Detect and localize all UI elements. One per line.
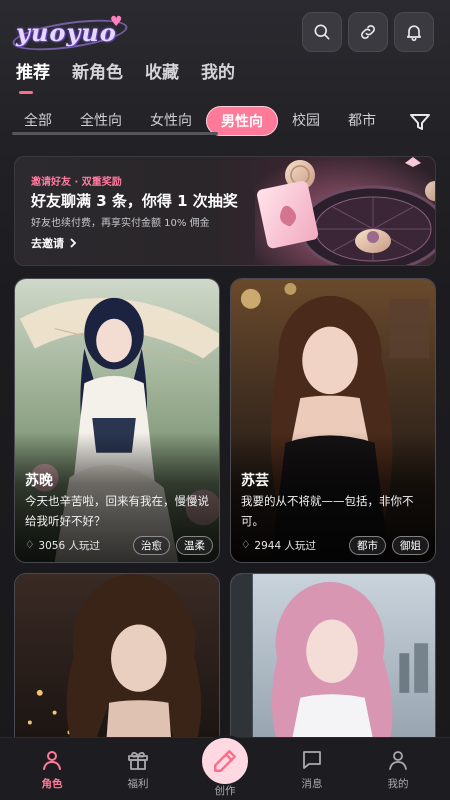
character-card[interactable]: 苏晚 今天也辛苦啦，回来有我在，慢慢说给我听好不好？ ♢ 3056 人玩过 治愈… <box>14 278 220 563</box>
pen-icon <box>214 750 236 772</box>
filter-button[interactable] <box>408 110 432 134</box>
character-card[interactable]: 苏芸 我要的从不将就——包括，非你不可。 ♢ 2944 人玩过 都市 御姐 <box>230 278 436 563</box>
card-meta: ♢ 3056 人玩过 治愈 温柔 <box>25 534 213 556</box>
chevron-right-icon <box>70 238 77 248</box>
header: yuoyuo ♥ <box>0 0 450 60</box>
notification-button[interactable] <box>394 12 434 52</box>
filter-icon <box>410 114 430 130</box>
spark-icon: ♢ <box>25 539 35 551</box>
nav-label: 福利 <box>127 778 149 790</box>
nav-messages[interactable]: 消息 <box>282 748 342 791</box>
create-label: 创作 <box>214 785 236 797</box>
nav-benefits[interactable]: 福利 <box>108 748 168 791</box>
character-tag[interactable]: 治愈 <box>133 535 170 555</box>
character-name: 苏芸 <box>241 473 269 489</box>
search-button[interactable] <box>302 12 342 52</box>
invite-button[interactable]: 去邀请 <box>31 235 78 251</box>
bell-icon <box>406 25 422 42</box>
nav-profile[interactable]: 我的 <box>368 748 428 791</box>
gift-icon <box>128 751 148 770</box>
character-tag[interactable]: 御姐 <box>392 535 429 555</box>
character-tag[interactable]: 温柔 <box>176 535 213 555</box>
character-description: 我要的从不将就——包括，非你不可。 <box>241 494 414 528</box>
character-name: 苏晚 <box>25 473 53 489</box>
nav-label: 我的 <box>387 778 409 790</box>
search-icon <box>314 24 330 40</box>
play-count: ♢ 2944 人玩过 <box>241 538 343 553</box>
category-urban[interactable]: 都市 <box>334 106 390 136</box>
invite-button-label: 去邀请 <box>31 237 64 250</box>
nav-label: 角色 <box>41 778 63 790</box>
share-link-button[interactable] <box>348 12 388 52</box>
spark-icon: ♢ <box>241 539 251 551</box>
play-count-text: 2944 人玩过 <box>254 539 316 552</box>
person-icon <box>43 751 61 770</box>
category-scroll-indicator <box>12 132 218 135</box>
category-campus[interactable]: 校园 <box>278 106 334 136</box>
nav-label: 消息 <box>301 778 323 790</box>
tab-new-characters[interactable]: 新角色 <box>72 60 123 90</box>
logo-text: yuoyuo <box>16 18 117 47</box>
heart-icon: ♥ <box>110 14 123 30</box>
character-description: 今天也辛苦啦，回来有我在，慢慢说给我听好不好？ <box>25 494 209 528</box>
invite-banner[interactable]: 邀请好友 · 双重奖励 好友聊满 3 条，你得 1 次抽奖 好友也续付费，再享实… <box>14 156 436 266</box>
lottery-wheel-illustration <box>255 157 435 265</box>
app-root: yuoyuo ♥ 推荐 新角色 收藏 我的 全部 全性向 女性向 男性向 校园 … <box>0 0 450 800</box>
tab-favorites[interactable]: 收藏 <box>145 60 179 90</box>
banner-subtitle: 好友也续付费，再享实付金额 10% 佣金 <box>31 218 210 229</box>
tab-recommend[interactable]: 推荐 <box>16 60 50 94</box>
link-icon <box>361 25 375 39</box>
profile-icon <box>389 751 407 770</box>
app-logo[interactable]: yuoyuo ♥ <box>10 14 130 56</box>
play-count: ♢ 3056 人玩过 <box>25 538 127 553</box>
character-tag[interactable]: 都市 <box>349 535 386 555</box>
main-tabs: 推荐 新角色 收藏 我的 <box>16 60 235 94</box>
tab-mine[interactable]: 我的 <box>201 60 235 90</box>
play-count-text: 3056 人玩过 <box>38 539 100 552</box>
banner-tag: 邀请好友 · 双重奖励 <box>31 177 122 188</box>
message-icon <box>303 751 321 769</box>
create-button[interactable] <box>199 735 251 787</box>
banner-title: 好友聊满 3 条，你得 1 次抽奖 <box>31 192 238 210</box>
card-meta: ♢ 2944 人玩过 都市 御姐 <box>241 534 429 556</box>
nav-characters[interactable]: 角色 <box>22 748 82 791</box>
